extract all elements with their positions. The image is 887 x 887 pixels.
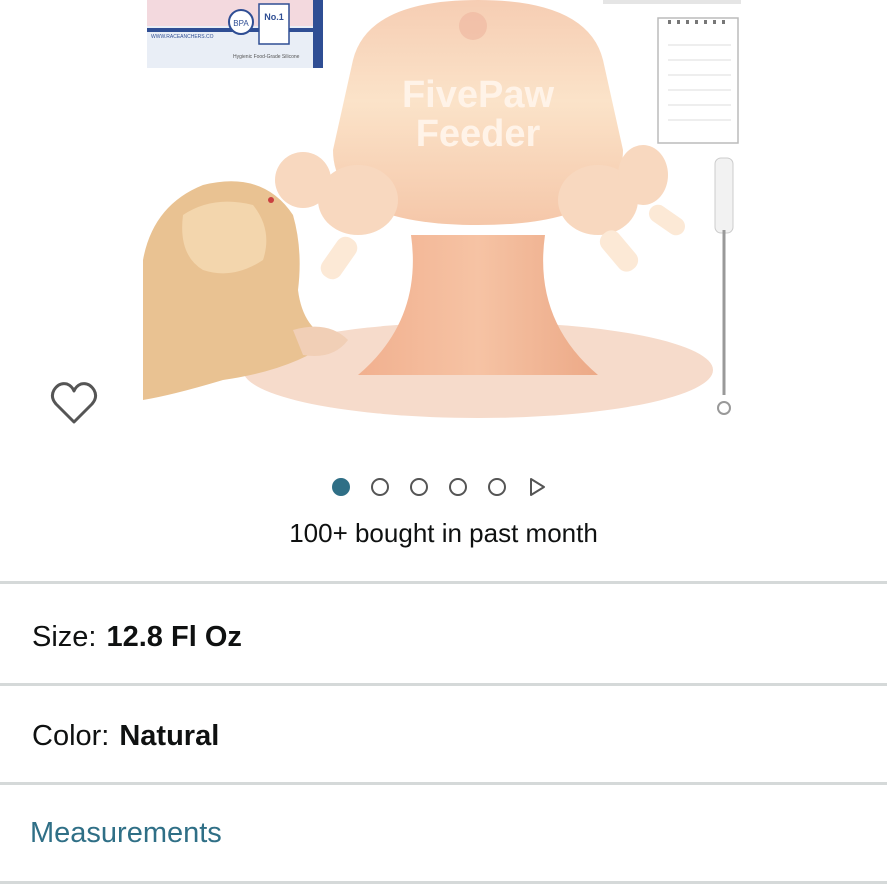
cleaning-brush xyxy=(714,157,734,415)
color-value: Natural xyxy=(119,720,220,752)
bought-in-past-month-text: 100+ bought in past month xyxy=(289,518,598,548)
carousel-dot-2[interactable] xyxy=(371,478,389,496)
product-image[interactable]: BPA No.1 WWW.RACEANCHERS.CO Hygienic Foo… xyxy=(143,0,743,430)
play-triangle-icon[interactable] xyxy=(527,477,547,497)
size-value: 12.8 Fl Oz xyxy=(106,621,242,653)
box-silicone-text: Hygienic Food-Grade Silicone xyxy=(233,54,300,60)
divider xyxy=(0,881,887,884)
product-image-gallery[interactable]: BPA No.1 WWW.RACEANCHERS.CO Hygienic Foo… xyxy=(0,0,887,440)
measurements-link[interactable]: Measurements xyxy=(30,817,222,850)
divider xyxy=(0,581,887,584)
product-box: BPA No.1 WWW.RACEANCHERS.CO Hygienic Foo… xyxy=(147,0,323,68)
brand-text-line2: Feeder xyxy=(416,113,541,155)
divider xyxy=(0,782,887,785)
wishlist-heart-icon[interactable] xyxy=(48,378,100,428)
carousel-dot-5[interactable] xyxy=(488,478,506,496)
carousel-dot-3[interactable] xyxy=(410,478,428,496)
carousel-dot-1[interactable] xyxy=(332,478,350,496)
box-no1-text: No.1 xyxy=(264,12,284,22)
size-selector[interactable]: Size: 12.8 Fl Oz xyxy=(32,620,242,654)
color-label: Color: xyxy=(32,720,110,752)
carousel-dot-4[interactable] xyxy=(449,478,467,496)
color-selector[interactable]: Color: Natural xyxy=(32,719,219,753)
box-url-text: WWW.RACEANCHERS.CO xyxy=(151,34,214,40)
image-carousel-indicator xyxy=(0,476,887,498)
notepad xyxy=(603,0,741,144)
brand-text-line1: FivePaw xyxy=(402,74,555,116)
size-label: Size: xyxy=(32,621,97,653)
box-bpa-text: BPA xyxy=(233,19,249,28)
feeder-stand xyxy=(358,235,598,375)
divider xyxy=(0,683,887,686)
